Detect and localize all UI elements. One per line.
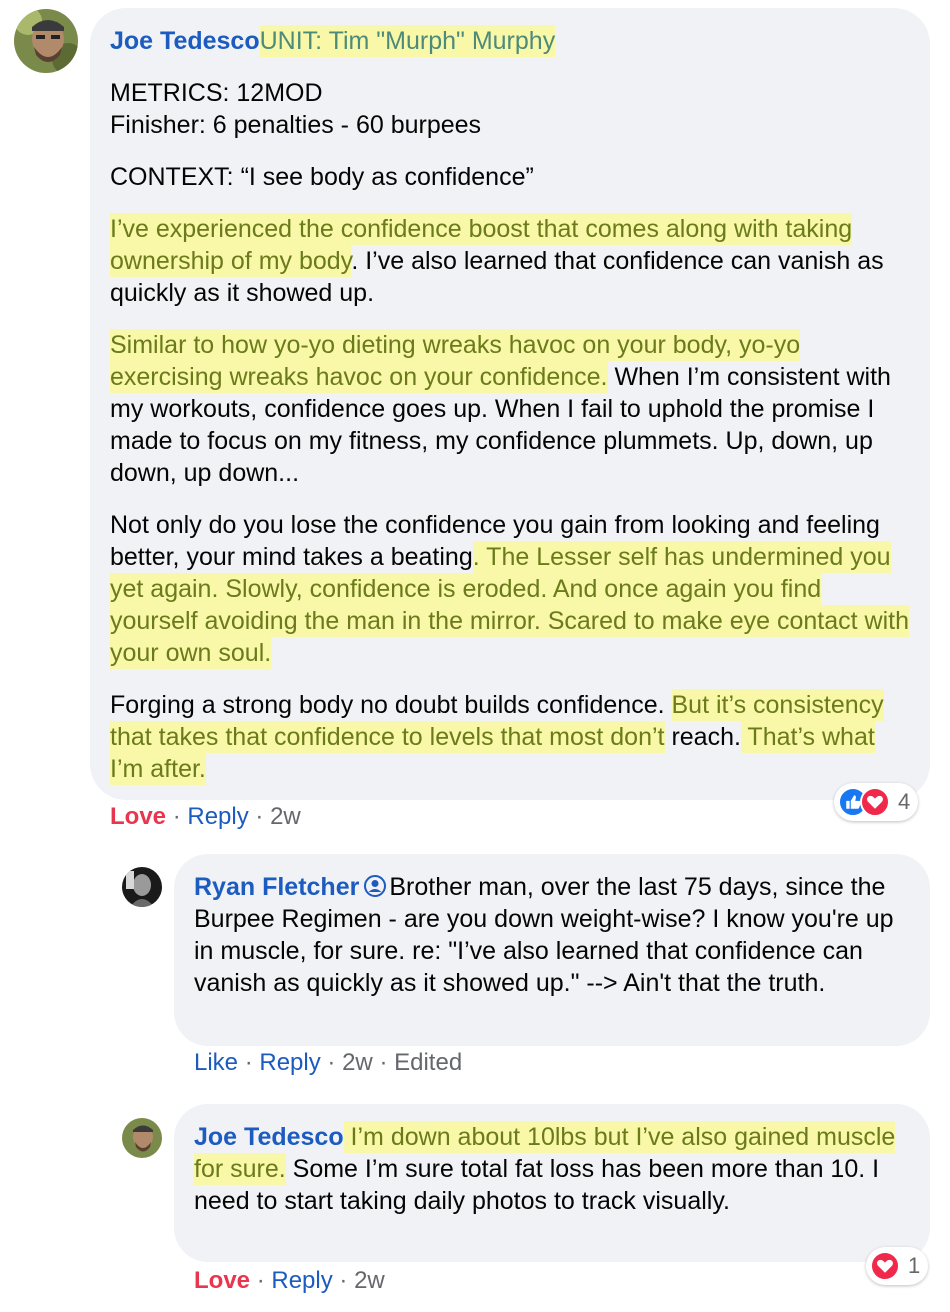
finisher-line: Finisher: 6 penalties - 60 burpees: [110, 111, 482, 139]
comment-body-reply-2: Joe Tedesco I’m down about 10lbs but I’v…: [194, 1121, 914, 1217]
comment-title-line: Joe TedescoUNIT: Tim "Murph" Murphy: [110, 25, 910, 57]
separator: ·: [256, 1267, 265, 1294]
love-icon: [870, 1251, 900, 1281]
comment-body-reply-1: Ryan Fletcher Brother man, over the last …: [194, 871, 914, 999]
paragraph-4-text: Forging a strong body no doubt builds co…: [110, 691, 672, 719]
reply-link[interactable]: Reply: [271, 1267, 332, 1294]
reply-2-text: Some I’m sure total fat loss has been mo…: [194, 1155, 880, 1215]
paragraph-3: Not only do you lose the confidence you …: [110, 509, 910, 669]
timestamp[interactable]: 2w: [354, 1267, 385, 1294]
comment-author-link[interactable]: Ryan Fletcher: [194, 873, 359, 901]
comment-author-link[interactable]: Joe Tedesco: [194, 1123, 344, 1151]
paragraph-1: I’ve experienced the confidence boost th…: [110, 213, 910, 309]
reaction-summary-main[interactable]: 4: [834, 783, 919, 821]
edited-label[interactable]: Edited: [394, 1049, 462, 1076]
reply-link[interactable]: Reply: [187, 803, 248, 830]
love-icon: [860, 787, 890, 817]
separator: ·: [244, 1049, 253, 1076]
love-reaction-link[interactable]: Love: [194, 1267, 250, 1294]
reply-1-text-block: Ryan Fletcher Brother man, over the last …: [194, 871, 914, 999]
like-link[interactable]: Like: [194, 1049, 238, 1076]
reply-link[interactable]: Reply: [259, 1049, 320, 1076]
separator: ·: [339, 1267, 348, 1294]
love-reaction-link[interactable]: Love: [110, 803, 166, 830]
comment-actions-main: Love · Reply · 2w: [110, 803, 301, 831]
follower-icon: [363, 874, 387, 898]
paragraph-4: Forging a strong body no doubt builds co…: [110, 689, 910, 785]
avatar-joe-tedesco[interactable]: [14, 9, 78, 73]
comment-body-main: Joe TedescoUNIT: Tim "Murph" Murphy METR…: [110, 25, 910, 785]
metrics-block: METRICS: 12MOD Finisher: 6 penalties - 60…: [110, 77, 910, 141]
paragraph-2: Similar to how yo-yo dieting wreaks havo…: [110, 329, 910, 489]
separator: ·: [255, 803, 264, 830]
avatar-image: [122, 1118, 162, 1158]
comment-actions-reply-2: Love · Reply · 2w: [194, 1267, 385, 1295]
paragraph-4-mid: reach.: [664, 723, 741, 751]
avatar-image: [14, 9, 78, 73]
reaction-count: 1: [908, 1253, 921, 1278]
comment-author-link[interactable]: Joe Tedesco: [110, 27, 260, 55]
comment-actions-reply-1: Like · Reply · 2w · Edited: [194, 1049, 462, 1077]
avatar-ryan-fletcher[interactable]: [122, 867, 162, 907]
avatar-joe-tedesco[interactable]: [122, 1118, 162, 1158]
reply-2-text-block: Joe Tedesco I’m down about 10lbs but I’v…: [194, 1121, 914, 1217]
context-line: CONTEXT: “I see body as confidence”: [110, 163, 534, 191]
metrics-line: METRICS: 12MOD: [110, 79, 323, 107]
reaction-count: 4: [898, 789, 911, 814]
separator: ·: [327, 1049, 336, 1076]
separator: ·: [172, 803, 181, 830]
timestamp[interactable]: 2w: [342, 1049, 373, 1076]
reaction-summary-reply-2[interactable]: 1: [866, 1247, 929, 1285]
unit-highlight: UNIT: Tim "Murph" Murphy: [259, 25, 556, 57]
timestamp[interactable]: 2w: [270, 803, 301, 830]
avatar-image: [122, 867, 162, 907]
separator: ·: [379, 1049, 388, 1076]
